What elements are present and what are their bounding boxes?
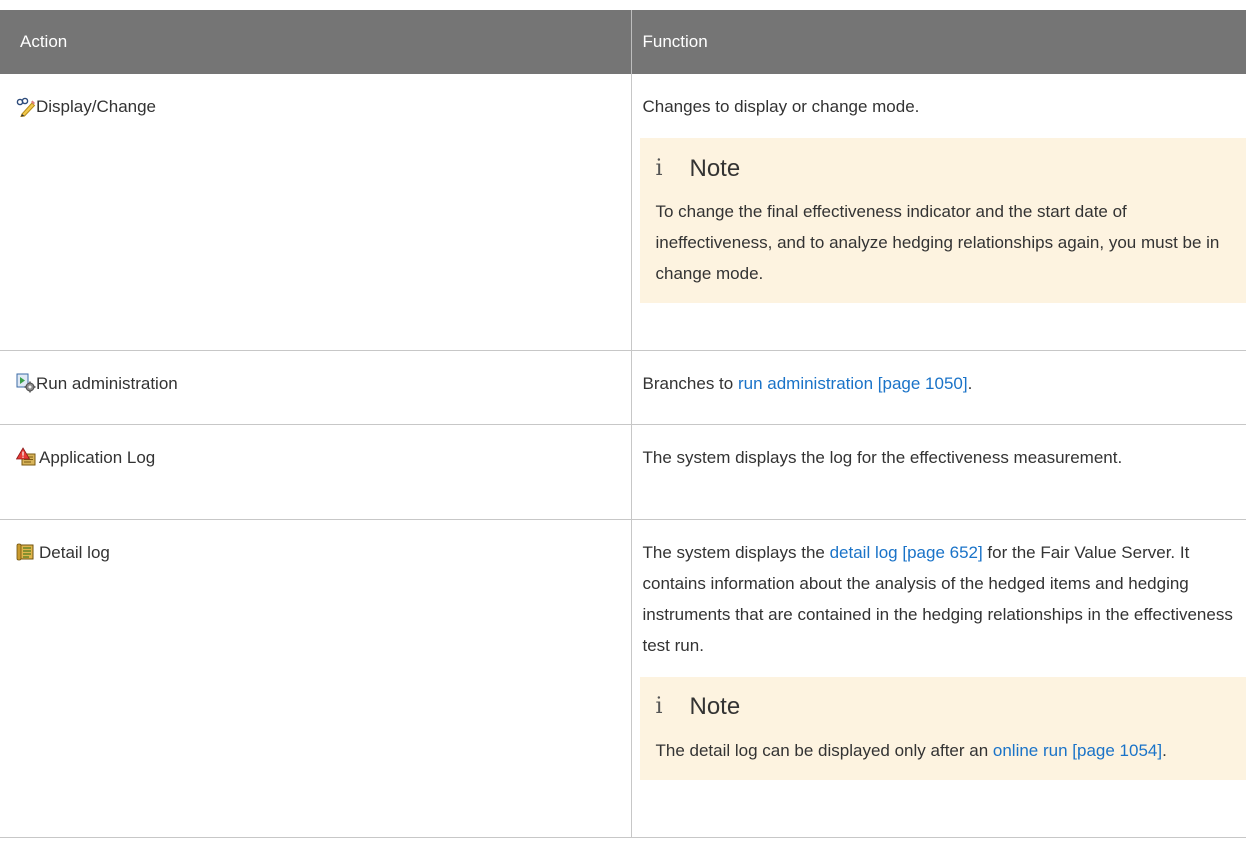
action-label: Display/Change (36, 97, 157, 116)
table-header-row: Action Function (0, 10, 1246, 74)
info-icon: i (655, 694, 663, 719)
function-text: Branches to run administration [page 105… (643, 368, 1246, 399)
note-title: Note (689, 154, 741, 182)
action-cell: Run administration (0, 350, 632, 425)
function-text: Changes to display or change mode. (642, 97, 920, 116)
header-action: Action (0, 10, 632, 74)
detail-log-icon[interactable] (16, 542, 36, 562)
function-cell: Branches to run administration [page 105… (631, 350, 1246, 425)
table-row: Run administration Branches to run admin… (0, 350, 1246, 425)
table-row: Application Log The system displays the … (0, 424, 1246, 520)
function-text: The system displays the detail log [page… (643, 537, 1246, 661)
note-text: To change the final effectiveness indica… (655, 202, 1220, 283)
note-text-part: The detail log can be displayed only aft… (655, 740, 993, 760)
note-box: i Note To change the final effectiveness… (639, 138, 1246, 303)
run-admin-icon[interactable] (16, 373, 36, 393)
function-cell: Changes to display or change mode. i Not… (631, 74, 1246, 351)
function-text-part: The system displays the (642, 542, 830, 562)
table-row: Display/Change Changes to display or cha… (0, 74, 1246, 351)
note-title: Note (689, 693, 741, 720)
action-label: Application Log (39, 447, 156, 467)
note-box: i Note The detail log can be displayed o… (639, 676, 1246, 780)
info-icon: i (655, 155, 663, 181)
warning-log-icon[interactable] (16, 447, 36, 467)
table-row: Detail log The system displays the detai… (0, 519, 1246, 838)
function-cell: The system displays the log for the effe… (631, 424, 1246, 520)
action-label: Detail log (39, 542, 110, 562)
action-cell: Display/Change (0, 74, 632, 351)
detail-log-link[interactable]: detail log [page 652] (830, 543, 983, 562)
note-text-part: . (1162, 740, 1167, 760)
function-text-part: Branches to (642, 373, 738, 393)
function-text: The system displays the log for the effe… (642, 447, 1123, 467)
pencil-glasses-icon[interactable] (16, 97, 36, 117)
function-text-part: . (967, 373, 973, 393)
action-cell: Detail log (0, 519, 632, 838)
run-administration-link[interactable]: run administration [page 1050] (738, 374, 968, 393)
online-run-link[interactable]: online run [page 1054] (993, 741, 1162, 760)
header-function: Function (631, 10, 1246, 74)
function-cell: The system displays the detail log [page… (631, 519, 1246, 838)
action-label: Run administration (36, 373, 178, 393)
actions-table: Action Function Display/Change Changes t… (0, 10, 1246, 838)
action-cell: Application Log (0, 424, 632, 520)
note-text: The detail log can be displayed only aft… (656, 735, 1246, 766)
